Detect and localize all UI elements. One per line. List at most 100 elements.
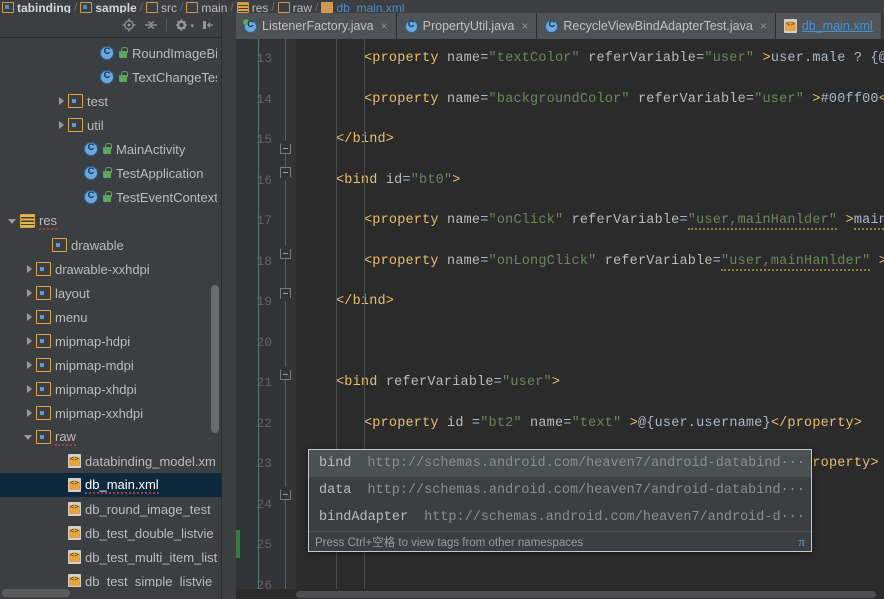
java-class-icon	[404, 19, 418, 33]
autocomplete-popup[interactable]: bind http://schemas.android.com/heaven7/a…	[308, 449, 812, 552]
chevron-down-icon[interactable]	[8, 216, 19, 227]
tree-item[interactable]: drawable-xxhdpi	[0, 257, 221, 281]
tree-item[interactable]: MainActivity	[0, 137, 221, 161]
editor-tab-listenerfactory-java[interactable]: ListenerFactory.java ×	[236, 13, 397, 39]
tree-item-selected[interactable]: <> db_main.xml	[0, 473, 221, 497]
tree-item[interactable]: TestEventContext	[0, 185, 221, 209]
chevron-right-icon[interactable]	[24, 360, 35, 371]
tree-item[interactable]: mipmap-xhdpi	[0, 377, 221, 401]
autocomplete-item[interactable]: data http://schemas.android.com/heaven7/a…	[309, 477, 811, 504]
xml-file-icon: <>	[68, 454, 81, 468]
chevron-right-icon[interactable]	[24, 384, 35, 395]
code-line[interactable]: <property id ="bt2" name="text" >@{user.…	[364, 416, 862, 431]
tree-item[interactable]: drawable	[0, 233, 221, 257]
folder-icon	[277, 2, 290, 13]
breadcrumb-item-main[interactable]: main	[184, 0, 229, 13]
code-line[interactable]: <property name="textColor" referVariable…	[364, 51, 884, 66]
tree-item[interactable]: <> db_round_image_test	[0, 497, 221, 521]
tree-item[interactable]: <> db_test_double_listvie	[0, 521, 221, 545]
tree-item[interactable]: menu	[0, 305, 221, 329]
chevron-right-icon[interactable]	[24, 312, 35, 323]
close-icon[interactable]: ×	[381, 19, 388, 33]
editor-tab-recycleviewbindadaptertest-java[interactable]: RecycleViewBindAdapterTest.java ×	[537, 13, 776, 39]
hide-panel-icon[interactable]	[201, 18, 215, 32]
autocomplete-item[interactable]: bind http://schemas.android.com/heaven7/a…	[309, 450, 811, 477]
project-sidebar: ▾ ▾ RoundImageBi TextChangeTes test util Mai…	[0, 13, 222, 599]
settings-gear-icon[interactable]: ▾	[175, 18, 194, 32]
tree-item[interactable]: <> db_test_simple_listvie	[0, 569, 221, 587]
code-line[interactable]: <bind referVariable="user">	[336, 375, 560, 390]
code-area[interactable]: 131415161718192021222324252627282930 <pr…	[236, 39, 884, 589]
code-line[interactable]: </bind>	[336, 132, 394, 147]
fold-marker[interactable]	[280, 167, 291, 178]
code-token: user.male ? {@color	[770, 51, 884, 66]
editor-hscroll-thumb[interactable]	[296, 591, 876, 598]
tree-item[interactable]: test	[0, 89, 221, 113]
close-icon[interactable]: ×	[521, 19, 528, 33]
breadcrumb-item-src[interactable]: src	[144, 0, 179, 13]
folder-icon	[36, 262, 51, 276]
breadcrumb-item-tabinding[interactable]: tabinding	[0, 0, 73, 13]
chevron-right-icon[interactable]	[24, 288, 35, 299]
code-line[interactable]: <property name="backgroundColor" referVa…	[364, 92, 884, 107]
tree-item-label: drawable	[71, 237, 124, 253]
breadcrumb-item-sample[interactable]: sample	[78, 0, 138, 13]
chevron-right-icon[interactable]	[56, 96, 67, 107]
tree-item[interactable]: raw	[0, 425, 221, 449]
sidebar-horizontal-scrollbar[interactable]	[2, 589, 70, 597]
code-token: </prop	[878, 91, 884, 107]
locate-target-icon[interactable]	[122, 18, 136, 32]
collapse-all-icon[interactable]	[144, 18, 158, 32]
fold-marker[interactable]	[280, 143, 291, 154]
chevron-right-icon[interactable]	[24, 336, 35, 347]
tree-item[interactable]: mipmap-hdpi	[0, 329, 221, 353]
close-icon[interactable]: ×	[760, 19, 767, 33]
tree-item[interactable]: util	[0, 113, 221, 137]
breadcrumb-item-db-main-xml[interactable]: db_main.xml	[319, 0, 406, 13]
code-line[interactable]: <property name="onLongClick" referVariab…	[364, 253, 884, 271]
sidebar-vertical-scrollbar[interactable]	[211, 285, 219, 433]
fold-gutter[interactable]	[276, 39, 296, 589]
fold-marker[interactable]	[280, 288, 291, 299]
tree-item-label: TextChangeTes	[132, 69, 217, 85]
project-tree[interactable]: RoundImageBi TextChangeTes test util MainAct…	[0, 39, 221, 587]
chevron-right-icon[interactable]	[56, 120, 67, 131]
chevron-right-icon[interactable]	[24, 264, 35, 275]
chevron-right-icon[interactable]	[24, 408, 35, 419]
breadcrumb-item-res[interactable]: res	[235, 0, 271, 13]
code-line[interactable]: <bind id="bt0">	[336, 173, 461, 188]
chevron-down-icon[interactable]	[24, 432, 35, 443]
breadcrumb-item-label: sample	[95, 1, 137, 14]
tree-item-label: db_round_image_test	[85, 501, 211, 517]
tree-item[interactable]: mipmap-mdpi	[0, 353, 221, 377]
autocomplete-item[interactable]: bindAdapter http://schemas.android.com/he…	[309, 504, 811, 531]
folder-icon	[36, 286, 51, 300]
tree-item[interactable]: RoundImageBi	[0, 41, 221, 65]
tree-item[interactable]: <> db_test_multi_item_list	[0, 545, 221, 569]
module-icon	[80, 2, 93, 13]
editor-horizontal-scrollbar[interactable]	[236, 589, 884, 599]
xml-file-icon: <>	[68, 550, 81, 564]
ide-window: tabinding / sample / src / main / res / raw / db_mai…	[0, 0, 884, 599]
fold-marker[interactable]	[280, 369, 291, 380]
editor-tab-db-main-xml[interactable]: <> db_main.xml	[775, 13, 882, 39]
code-token: @{user.username}	[638, 415, 771, 431]
fold-marker[interactable]	[280, 248, 291, 259]
tree-item[interactable]: <> databinding_model.xm	[0, 449, 221, 473]
code-token: "user,mainHanlder"	[721, 253, 871, 271]
code-token: =	[480, 91, 489, 107]
fold-marker[interactable]	[280, 489, 291, 500]
breadcrumb-separator: /	[74, 0, 78, 13]
code-line[interactable]: </bind>	[336, 294, 394, 309]
tree-item[interactable]: TestApplication	[0, 161, 221, 185]
breadcrumb-item-raw[interactable]: raw	[276, 0, 314, 13]
editor-tab-propertyutil-java[interactable]: PropertyUtil.java ×	[396, 13, 538, 39]
tree-item[interactable]: mipmap-xxhdpi	[0, 401, 221, 425]
tree-item[interactable]: res	[0, 209, 221, 233]
folder-icon	[186, 2, 199, 13]
tree-item[interactable]: layout	[0, 281, 221, 305]
code-line[interactable]: <property name="onClick" referVariable="…	[364, 213, 884, 230]
tree-item[interactable]: TextChangeTes	[0, 65, 221, 89]
